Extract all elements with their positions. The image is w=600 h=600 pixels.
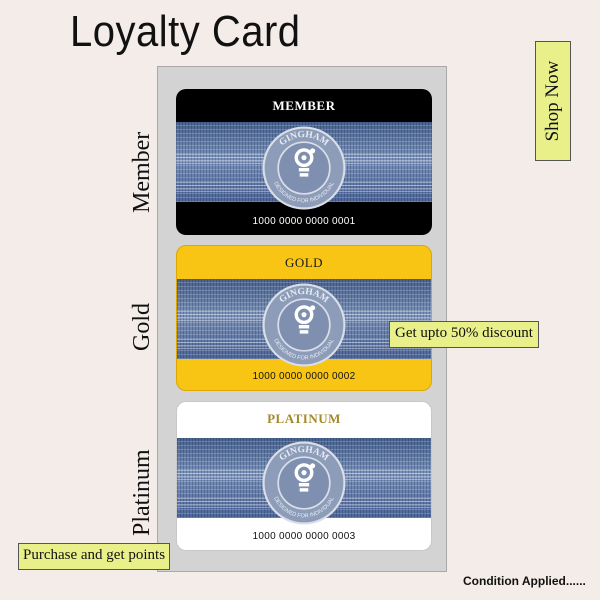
card-tier: GOLD bbox=[284, 255, 324, 270]
shop-now-button[interactable]: Shop Now bbox=[535, 41, 571, 161]
gold-card[interactable]: GOLD GINGHAM DESIGNED FOR INDIVIDUAL 100… bbox=[176, 245, 432, 391]
points-tag: Purchase and get points bbox=[18, 543, 171, 570]
gingham-seal-icon: GINGHAM DESIGNED FOR INDIVIDUAL bbox=[262, 126, 346, 210]
side-label-member: Member bbox=[129, 131, 155, 213]
card-tier: PLATINUM bbox=[267, 411, 341, 426]
gingham-seal-icon: GINGHAM DESIGNED FOR INDIVIDUAL bbox=[262, 441, 346, 525]
shop-now-label: Shop Now bbox=[542, 60, 563, 142]
side-label-gold: Gold bbox=[129, 303, 155, 351]
discount-tag: Get upto 50% discount bbox=[389, 321, 539, 348]
side-label-platinum: Platinum bbox=[129, 449, 155, 536]
card-tier: MEMBER bbox=[272, 98, 336, 113]
gingham-seal-icon: GINGHAM DESIGNED FOR INDIVIDUAL bbox=[262, 283, 346, 367]
page-title: Loyalty Card bbox=[70, 8, 301, 56]
card-number: 1000 0000 0000 0002 bbox=[252, 371, 356, 382]
card-number: 1000 0000 0000 0003 bbox=[252, 531, 356, 542]
member-card[interactable]: MEMBER GINGHAM DESIGNED FOR INDIVIDUAL 1… bbox=[176, 89, 432, 235]
platinum-card[interactable]: PLATINUM GINGHAM DESIGNED FOR INDIVIDUAL… bbox=[176, 401, 432, 551]
card-number: 1000 0000 0000 0001 bbox=[252, 216, 356, 227]
condition-note: Condition Applied...... bbox=[463, 574, 586, 588]
